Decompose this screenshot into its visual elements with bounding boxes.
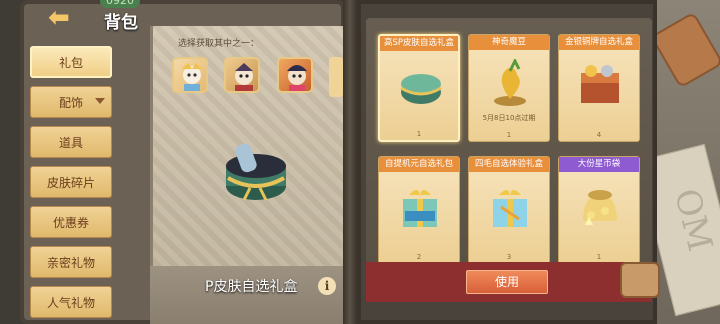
background-paper-text: OM	[666, 184, 720, 256]
skin-portrait-icon	[235, 63, 253, 91]
item-card-count: 1	[506, 131, 512, 139]
gift-box-preview-icon	[226, 143, 286, 201]
skin-portrait-icon	[182, 63, 202, 91]
item-art-icon	[493, 189, 527, 227]
sidebar-item-5[interactable]: 亲密礼物	[30, 246, 112, 278]
item-art-icon	[400, 74, 442, 104]
item-card[interactable]: 大份星币袋 1	[558, 156, 640, 264]
sidebar-item-1[interactable]: 配饰	[30, 86, 112, 118]
info-icon[interactable]: i	[318, 277, 336, 295]
item-card-title: 金银铜牌自选礼盒	[559, 35, 639, 50]
item-card[interactable]: 金银铜牌自选礼盒 4	[558, 34, 640, 142]
category-sidebar: 礼包配饰道具皮肤碎片优惠券亲密礼物人气礼物	[30, 46, 112, 324]
sidebar-item-label: 皮肤碎片	[46, 175, 95, 190]
item-art-icon	[583, 190, 617, 225]
item-card[interactable]: 神奇魔豆 5月8日10点过期 1	[468, 34, 550, 142]
sidebar-item-0[interactable]: 礼包	[30, 46, 112, 78]
use-button[interactable]: 使用	[466, 270, 548, 294]
item-card[interactable]: 四毛自选体验礼盒 3	[468, 156, 550, 264]
skin-choice-3[interactable]	[277, 57, 313, 93]
sidebar-item-2[interactable]: 道具	[30, 126, 112, 158]
item-card-count: 1	[416, 130, 422, 138]
sidebar-item-4[interactable]: 优惠券	[30, 206, 112, 238]
item-card-count: 4	[596, 131, 602, 139]
title-badge: 0920	[100, 0, 140, 8]
sidebar-item-label: 优惠券	[52, 215, 89, 230]
suitcase-strap	[620, 262, 660, 298]
item-card[interactable]: 高SP皮肤自选礼盒 1	[378, 34, 460, 142]
item-card-count: 2	[416, 253, 422, 261]
chevron-down-icon	[95, 98, 105, 104]
choice-scroll-marker[interactable]	[329, 57, 343, 97]
sidebar-item-label: 人气礼物	[46, 295, 95, 310]
item-grid: 高SP皮肤自选礼盒 1 神奇魔豆 5月8日10点过期 1 金银铜牌自选礼盒 4 自提机元自选礼…	[366, 18, 652, 264]
item-card-title: 高SP皮肤自选礼盒	[380, 36, 458, 51]
item-art-icon	[581, 65, 619, 103]
item-card[interactable]: 自提机元自选礼包 2	[378, 156, 460, 264]
item-card-count: 3	[506, 253, 512, 261]
skin-choice-1[interactable]	[172, 57, 208, 93]
item-card-count: 1	[596, 253, 602, 261]
item-card-title: 自提机元自选礼包	[379, 157, 459, 172]
item-art-icon	[494, 59, 526, 106]
sidebar-item-label: 道具	[58, 135, 83, 150]
sidebar-item-label: 礼包	[58, 55, 83, 70]
item-card-title: 大份星币袋	[559, 157, 639, 172]
skin-choice-2[interactable]	[224, 57, 260, 93]
item-card-title: 四毛自选体验礼盒	[469, 157, 549, 172]
skin-portrait-icon	[287, 65, 307, 91]
suitcase-hinge	[343, 0, 357, 324]
preview-item-name: P皮肤自选礼盒	[205, 279, 298, 295]
item-card-title: 神奇魔豆	[469, 35, 549, 50]
sidebar-item-label: 亲密礼物	[46, 255, 95, 270]
choose-label: 选择获取其中之一：	[178, 39, 260, 49]
page-title: 背包	[104, 13, 138, 33]
item-card-expiry: 5月8日10点过期	[482, 114, 536, 122]
back-arrow-icon[interactable]: ⬅	[48, 5, 88, 31]
item-art-icon	[403, 189, 437, 227]
sidebar-item-label: 配饰	[58, 95, 83, 110]
sidebar-item-6[interactable]: 人气礼物	[30, 286, 112, 318]
sidebar-item-3[interactable]: 皮肤碎片	[30, 166, 112, 198]
